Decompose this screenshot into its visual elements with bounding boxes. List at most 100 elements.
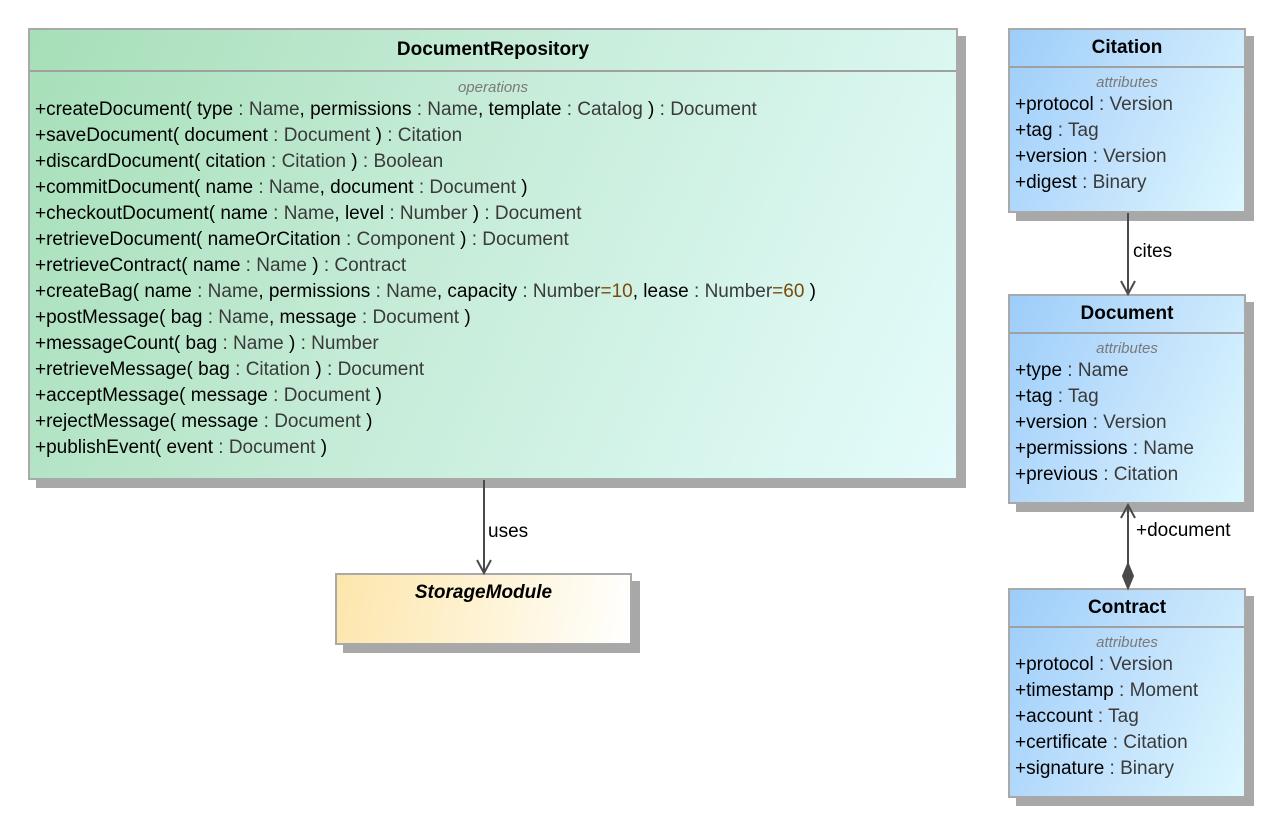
type-text: : Document bbox=[471, 229, 569, 250]
section-label: operations bbox=[457, 79, 529, 96]
class-name: StorageModule bbox=[414, 582, 553, 603]
operation-row: +messageCount( bag : Name ) : Number bbox=[30, 331, 956, 357]
operations-list: +createDocument( type : Name, permission… bbox=[30, 97, 956, 461]
attribute-row: +digest : Binary bbox=[1010, 170, 1244, 196]
attribute-row: +type : Name bbox=[1010, 358, 1244, 384]
type-text: : Boolean bbox=[362, 151, 444, 172]
type-text: : Name bbox=[416, 99, 478, 120]
type-text: : Number bbox=[389, 203, 468, 224]
attribute-row: +tag : Tag bbox=[1010, 384, 1244, 410]
operation-text: +commitDocument( name bbox=[35, 177, 259, 198]
class-document-repository[interactable]: DocumentRepository operations +createDoc… bbox=[28, 28, 958, 480]
attribute-type: : Tag bbox=[1097, 706, 1139, 727]
section-label: attributes bbox=[1096, 74, 1158, 91]
operation-text: ) bbox=[804, 281, 816, 302]
attribute-type: : Binary bbox=[1109, 758, 1174, 779]
type-text: : Name bbox=[238, 99, 300, 120]
attribute-name: +permissions bbox=[1015, 438, 1133, 459]
attribute-row: +timestamp : Moment bbox=[1010, 678, 1244, 704]
operation-row: +commitDocument( name : Name, document :… bbox=[30, 175, 956, 201]
operation-text: , lease bbox=[632, 281, 695, 302]
cites-label: cites bbox=[1133, 241, 1173, 262]
attribute-type: : Version bbox=[1092, 412, 1167, 433]
attribute-name: +previous bbox=[1015, 464, 1104, 485]
operation-row: +discardDocument( citation : Citation ) … bbox=[30, 149, 956, 175]
attributes-list: +protocol : Version +timestamp : Moment +a… bbox=[1010, 652, 1244, 782]
operation-text: ) bbox=[306, 255, 324, 276]
attribute-type: : Version bbox=[1098, 94, 1173, 115]
operation-text: +publishEvent( event bbox=[35, 437, 219, 458]
operation-row: +retrieveMessage( bag : Citation ) : Doc… bbox=[30, 357, 956, 383]
attribute-name: +tag bbox=[1015, 120, 1058, 141]
document-composition[interactable] bbox=[1120, 502, 1136, 591]
operation-text: +createDocument( type bbox=[35, 99, 239, 120]
operation-row: +checkoutDocument( name : Name, level : … bbox=[30, 201, 956, 227]
operation-text: +checkoutDocument( name bbox=[35, 203, 274, 224]
attribute-name: +version bbox=[1015, 412, 1093, 433]
type-text: : Number bbox=[300, 333, 379, 354]
operation-text: ) bbox=[642, 99, 660, 120]
attribute-name: +certificate bbox=[1015, 732, 1113, 753]
operation-text: ) bbox=[315, 437, 328, 458]
type-text: : Contract bbox=[323, 255, 407, 276]
attribute-type: : Tag bbox=[1057, 120, 1099, 141]
attributes-list: +protocol : Version +tag : Tag +version : … bbox=[1010, 92, 1244, 196]
operation-text: +retrieveMessage( bag bbox=[35, 359, 236, 380]
attribute-row: +certificate : Citation bbox=[1010, 730, 1244, 756]
operation-text: +messageCount( bag bbox=[35, 333, 223, 354]
operation-row: +retrieveDocument( nameOrCitation : Comp… bbox=[30, 227, 956, 253]
operation-text: ) bbox=[283, 333, 301, 354]
attribute-row: +protocol : Version bbox=[1010, 652, 1244, 678]
operation-text: +rejectMessage( message bbox=[35, 411, 264, 432]
class-citation[interactable]: Citation attributes +protocol : Version +… bbox=[1008, 28, 1246, 213]
operation-row: +publishEvent( event : Document ) bbox=[30, 435, 956, 461]
class-contract[interactable]: Contract attributes +protocol : Version +… bbox=[1008, 588, 1246, 798]
attribute-name: +version bbox=[1015, 146, 1093, 167]
operation-row: +createBag( name : Name, permissions : N… bbox=[30, 279, 956, 305]
attribute-row: +permissions : Name bbox=[1010, 436, 1244, 462]
attribute-name: +protocol bbox=[1015, 94, 1099, 115]
operation-text: ) bbox=[454, 229, 472, 250]
attribute-row: +protocol : Version bbox=[1010, 92, 1244, 118]
operation-text: ) bbox=[516, 177, 528, 198]
type-text: : Document bbox=[218, 437, 316, 458]
attribute-row: +version : Version bbox=[1010, 410, 1244, 436]
type-text: : Document bbox=[418, 177, 517, 198]
operation-text: ) bbox=[360, 411, 373, 432]
type-text: : Number bbox=[694, 281, 773, 302]
type-text: : Name bbox=[258, 177, 320, 198]
type-text: : Document bbox=[273, 125, 371, 146]
attribute-name: +protocol bbox=[1015, 654, 1099, 675]
attribute-row: +version : Version bbox=[1010, 144, 1244, 170]
attribute-type: : Name bbox=[1067, 360, 1129, 381]
attribute-type: : Binary bbox=[1082, 172, 1147, 193]
class-storage-module[interactable]: StorageModule bbox=[335, 573, 632, 645]
attribute-name: +tag bbox=[1015, 386, 1058, 407]
operation-text: , permissions bbox=[258, 281, 376, 302]
type-text: : Document bbox=[263, 411, 361, 432]
section-label: attributes bbox=[1096, 634, 1158, 651]
operation-text: , document bbox=[319, 177, 419, 198]
operation-row: +postMessage( bag : Name, message : Docu… bbox=[30, 305, 956, 331]
operation-text: ) bbox=[459, 307, 471, 328]
operation-text: ) bbox=[467, 203, 485, 224]
operation-row: +rejectMessage( message : Document ) bbox=[30, 409, 956, 435]
attribute-name: +signature bbox=[1015, 758, 1110, 779]
type-text: : Number bbox=[522, 281, 601, 302]
operation-text: ) bbox=[310, 359, 328, 380]
type-text: : Document bbox=[659, 99, 757, 120]
class-document[interactable]: Document attributes +type : Name +tag : T… bbox=[1008, 294, 1246, 504]
open-arrowhead-icon bbox=[476, 559, 492, 576]
attribute-row: +tag : Tag bbox=[1010, 118, 1244, 144]
attribute-name: +digest bbox=[1015, 172, 1083, 193]
type-text: : Document bbox=[273, 385, 371, 406]
attribute-row: +account : Tag bbox=[1010, 704, 1244, 730]
type-text: : Name bbox=[375, 281, 437, 302]
attribute-name: +timestamp bbox=[1015, 680, 1120, 701]
attribute-type: : Citation bbox=[1103, 464, 1179, 485]
type-text: : Citation bbox=[235, 359, 311, 380]
type-text: : Component bbox=[346, 229, 455, 250]
operation-row: +createDocument( type : Name, permission… bbox=[30, 97, 956, 123]
type-text: : Name bbox=[222, 333, 284, 354]
type-text: : Name bbox=[197, 281, 259, 302]
